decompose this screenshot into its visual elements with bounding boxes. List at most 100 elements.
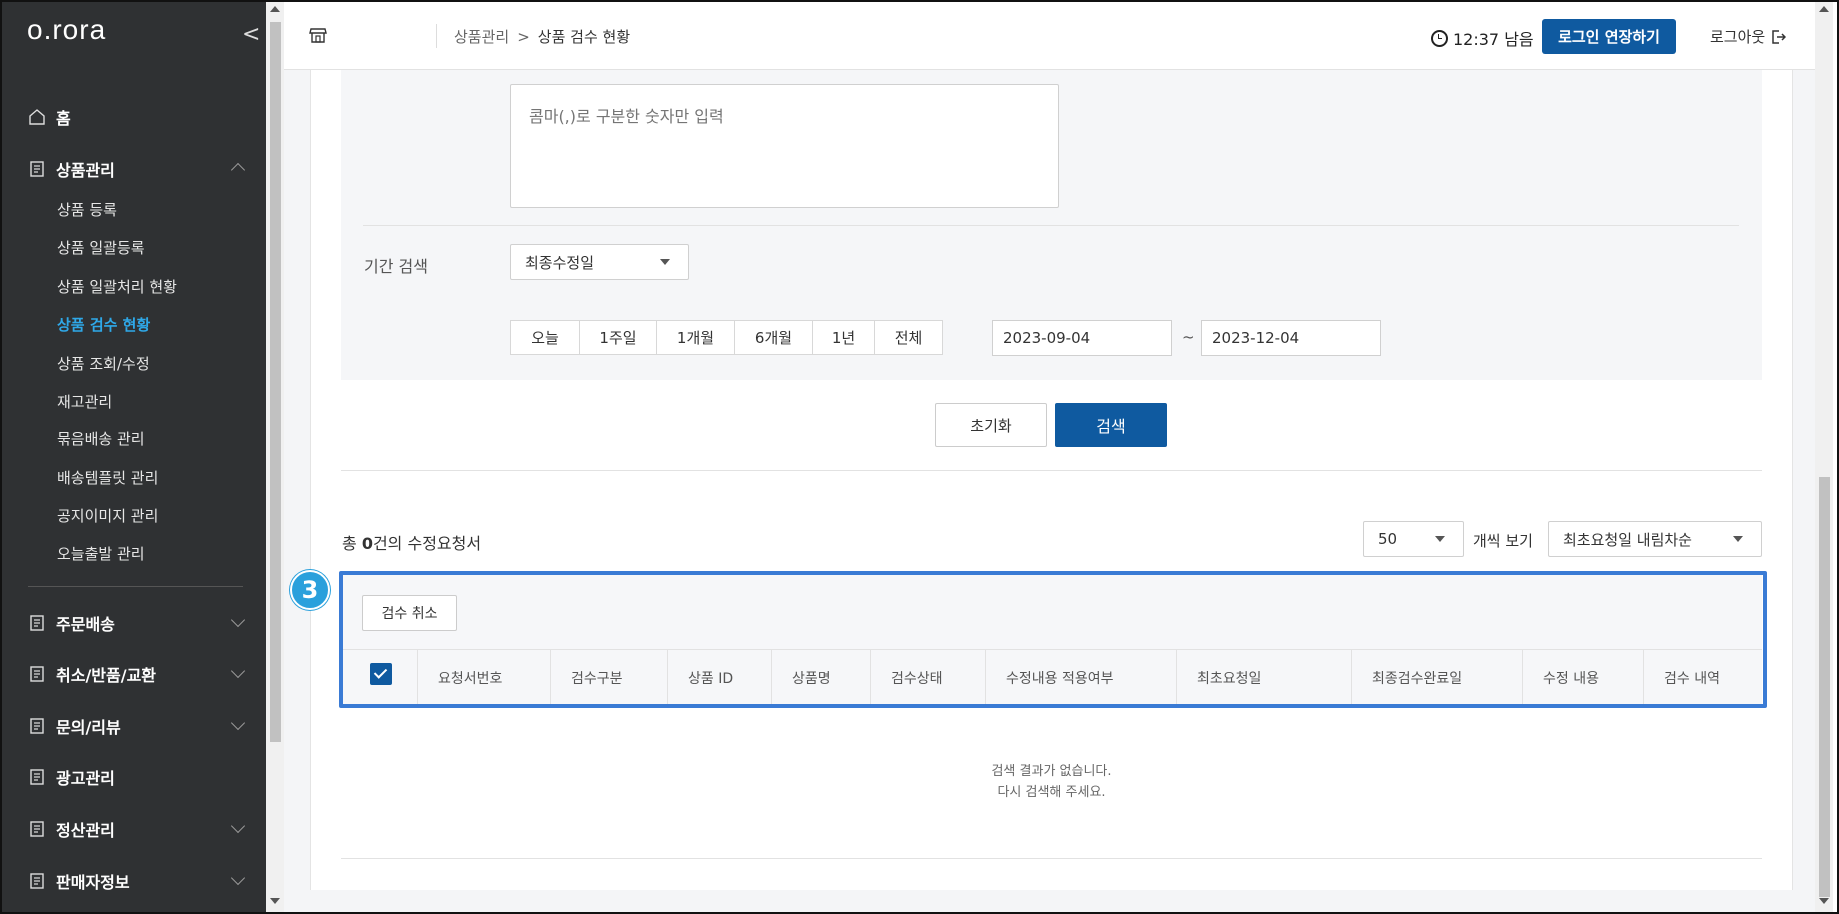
reset-button[interactable]: 초기화 <box>935 403 1047 447</box>
sidebar-subitem[interactable]: 오늘출발 관리 <box>57 543 145 564</box>
total-count: 0 <box>361 534 373 553</box>
period-1week-button[interactable]: 1주일 <box>580 321 657 354</box>
date-range-separator: ~ <box>1182 328 1195 346</box>
scroll-up-arrow-icon[interactable] <box>1819 6 1829 12</box>
total-prefix: 총 <box>342 534 362 553</box>
header-separator <box>436 24 437 48</box>
table-header-cell: 상품 ID <box>668 650 772 705</box>
document-icon <box>30 821 44 837</box>
search-button[interactable]: 검색 <box>1055 403 1167 447</box>
sidebar-item-label: 판매자정보 <box>56 873 130 892</box>
top-header: 상품관리 > 상품 검수 현황 12:37 남음 로그인 연장하기 로그아웃 <box>284 2 1815 70</box>
sidebar-subitem-active[interactable]: 상품 검수 현황 <box>57 314 150 335</box>
page-size-label: 개씩 보기 <box>1473 532 1533 550</box>
table-header-cell: 최초요청일 <box>1177 650 1352 705</box>
scroll-up-arrow-icon[interactable] <box>270 6 280 12</box>
main-scrollbar[interactable] <box>1815 2 1833 912</box>
chevron-up-icon <box>230 162 246 178</box>
chevron-down-icon <box>230 870 246 886</box>
scrollbar-thumb[interactable] <box>1819 477 1830 897</box>
date-type-select[interactable]: 최종수정일 <box>510 244 689 280</box>
logout-icon <box>1772 29 1787 44</box>
sidebar-subitem[interactable]: 상품 일괄등록 <box>57 237 145 258</box>
app-logo[interactable]: o.rora <box>27 14 106 46</box>
select-all-checkbox[interactable] <box>370 663 392 685</box>
period-6month-button[interactable]: 6개월 <box>735 321 813 354</box>
sort-value: 최초요청일 내림차순 <box>1563 530 1692 549</box>
period-1year-button[interactable]: 1년 <box>813 321 875 354</box>
caret-down-icon <box>660 259 670 265</box>
sidebar-item-inquiries[interactable]: 문의/리뷰 <box>28 713 246 739</box>
extend-login-button[interactable]: 로그인 연장하기 <box>1542 19 1676 54</box>
app-window: o.rora < 홈 상품관리 상품 등록 상품 일괄등록 상품 일괄처리 현황… <box>0 0 1839 914</box>
home-icon <box>29 109 45 125</box>
sidebar-subitem[interactable]: 상품 등록 <box>57 199 117 220</box>
document-icon <box>30 873 44 889</box>
sidebar-item-seller-info[interactable]: 판매자정보 <box>28 868 246 894</box>
page-size-value: 50 <box>1378 530 1398 548</box>
total-suffix: 건의 수정요청서 <box>372 534 482 553</box>
sidebar-subitem[interactable]: 묶음배송 관리 <box>57 428 145 449</box>
sidebar-scrollbar[interactable] <box>266 2 284 912</box>
caret-down-icon <box>1435 536 1445 542</box>
document-icon <box>30 666 44 682</box>
id-list-textarea[interactable] <box>510 84 1059 208</box>
table-header-cell: 수정내용 적용여부 <box>986 650 1177 705</box>
chevron-down-icon <box>230 612 246 628</box>
scroll-down-arrow-icon[interactable] <box>1819 898 1829 904</box>
date-to-input[interactable] <box>1201 320 1381 356</box>
empty-message: 검색 결과가 없습니다. <box>991 764 1112 779</box>
table-header-cell: 최종검수완료일 <box>1352 650 1523 705</box>
date-from-input[interactable] <box>992 320 1172 356</box>
sidebar-item-settlement[interactable]: 정산관리 <box>28 816 246 842</box>
scroll-down-arrow-icon[interactable] <box>270 898 280 904</box>
sort-select[interactable]: 최초요청일 내림차순 <box>1548 521 1762 557</box>
sidebar-item-orders[interactable]: 주문배송 <box>28 610 246 636</box>
sidebar-subitem[interactable]: 재고관리 <box>57 391 112 412</box>
scrollbar-thumb[interactable] <box>270 22 281 742</box>
panel-divider <box>363 225 1739 226</box>
sidebar-divider <box>28 586 243 587</box>
sidebar-item-ads[interactable]: 광고관리 <box>28 764 243 790</box>
logout-label: 로그아웃 <box>1710 28 1766 46</box>
cancel-inspection-button[interactable]: 검수 취소 <box>362 595 457 631</box>
section-divider <box>341 858 1762 859</box>
sidebar-subitem[interactable]: 공지이미지 관리 <box>57 505 158 526</box>
table-header-cell: 검수상태 <box>871 650 986 705</box>
sidebar: o.rora < 홈 상품관리 상품 등록 상품 일괄등록 상품 일괄처리 현황… <box>2 2 266 912</box>
breadcrumb-parent[interactable]: 상품관리 <box>454 26 509 47</box>
chevron-down-icon <box>230 715 246 731</box>
table-header-cell: 수정 내용 <box>1523 650 1644 705</box>
sidebar-item-label: 광고관리 <box>56 769 115 788</box>
breadcrumb: 상품관리 > 상품 검수 현황 <box>454 26 630 47</box>
store-icon[interactable] <box>309 26 327 44</box>
table-header: 요청서번호 검수구분 상품 ID 상품명 검수상태 수정내용 적용여부 최초요청… <box>341 649 1762 705</box>
table-header-cell: 검수 내역 <box>1664 670 1720 687</box>
clock-icon <box>1431 29 1448 47</box>
chevron-down-icon <box>230 663 246 679</box>
breadcrumb-current: 상품 검수 현황 <box>537 28 631 46</box>
sidebar-subitem[interactable]: 배송템플릿 관리 <box>57 467 158 488</box>
session-timer: 12:37 남음 <box>1431 26 1534 50</box>
period-all-button[interactable]: 전체 <box>875 321 942 354</box>
period-1month-button[interactable]: 1개월 <box>657 321 735 354</box>
sidebar-subitem[interactable]: 상품 조회/수정 <box>57 353 150 374</box>
sidebar-subitem[interactable]: 상품 일괄처리 현황 <box>57 276 177 297</box>
sidebar-item-label: 주문배송 <box>56 615 115 634</box>
sidebar-item-home[interactable]: 홈 <box>28 104 243 130</box>
logout-button[interactable]: 로그아웃 <box>1710 26 1787 47</box>
sidebar-item-product-mgmt[interactable]: 상품관리 <box>28 156 246 182</box>
step-badge: 3 <box>290 570 330 610</box>
chevron-down-icon <box>230 818 246 834</box>
period-today-button[interactable]: 오늘 <box>511 321 580 354</box>
table-header-cell: 검수구분 <box>551 650 668 705</box>
document-icon <box>30 615 44 631</box>
collapse-sidebar-icon[interactable]: < <box>242 22 260 47</box>
caret-down-icon <box>1733 536 1743 542</box>
date-type-value: 최종수정일 <box>525 253 595 272</box>
document-icon <box>30 161 44 177</box>
page-size-select[interactable]: 50 <box>1363 521 1464 557</box>
section-divider <box>341 470 1762 471</box>
sidebar-item-returns[interactable]: 취소/반품/교환 <box>28 661 246 687</box>
sidebar-item-label: 정산관리 <box>56 821 115 840</box>
